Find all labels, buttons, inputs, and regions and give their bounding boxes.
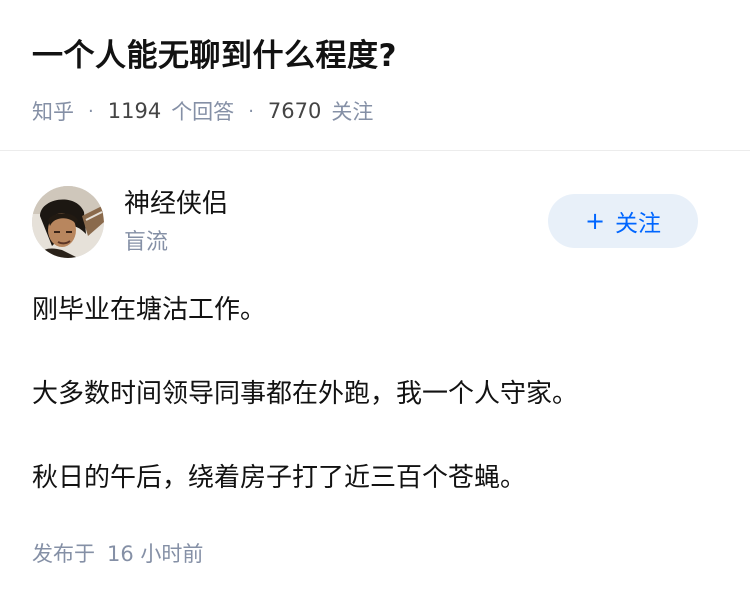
publish-info: 发布于 16 小时前 [32, 538, 203, 570]
followers-count: 7670 [267, 99, 322, 123]
question-title[interactable]: 一个人能无聊到什么程度? [32, 30, 722, 82]
author-name[interactable]: 神经侠侣 [124, 186, 228, 222]
plus-icon: + [584, 207, 606, 235]
followers-label: 关注 [331, 100, 374, 124]
published-time: 16 小时前 [107, 542, 204, 566]
source-label[interactable]: 知乎 [32, 96, 74, 126]
answer-paragraph: 秋日的午后，绕着房子打了近三百个苍蝇。 [32, 463, 527, 493]
question-meta: 知乎 · 1194 个回答 · 7670 关注 [32, 94, 722, 128]
separator-dot: · [248, 100, 254, 122]
divider [0, 150, 750, 151]
follow-button-label: 关注 [615, 211, 662, 237]
answer-paragraph: 刚毕业在塘沽工作。 [32, 295, 267, 325]
question-header: 一个人能无聊到什么程度? 知乎 · 1194 个回答 · 7670 关注 [32, 30, 722, 128]
avatar-image [32, 186, 104, 258]
separator-dot: · [88, 100, 94, 122]
answers-label[interactable]: 个回答 [171, 96, 234, 126]
author-bio: 盲流 [124, 230, 169, 255]
answer-content: 刚毕业在塘沽工作。 大多数时间领导同事都在外跑，我一个人守家。 秋日的午后，绕着… [32, 290, 722, 498]
answer-paragraph: 大多数时间领导同事都在外跑，我一个人守家。 [32, 379, 579, 409]
follow-button[interactable]: + 关注 [548, 194, 698, 248]
published-label: 发布于 [32, 542, 95, 566]
avatar[interactable] [32, 186, 104, 258]
answers-count: 1194 [107, 99, 162, 123]
